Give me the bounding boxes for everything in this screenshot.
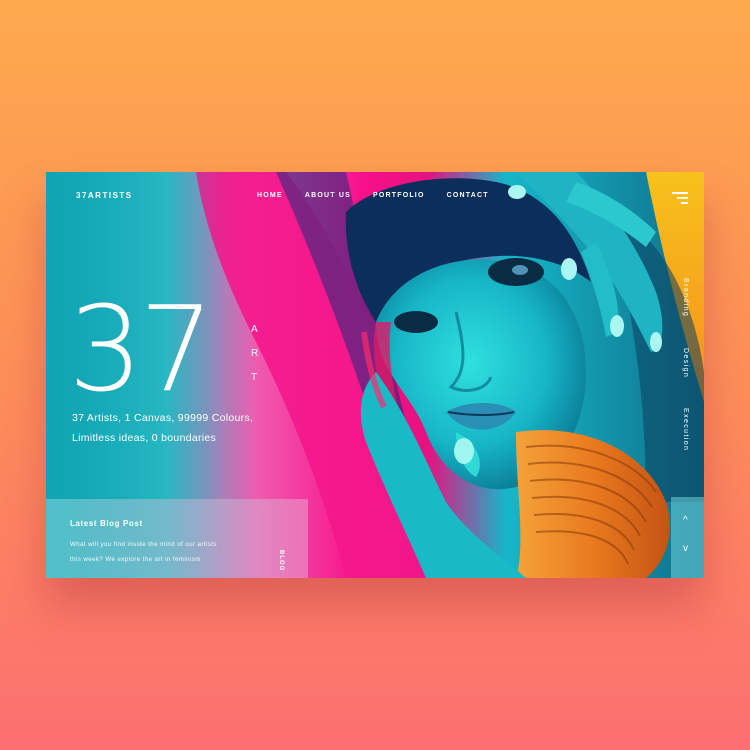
tagline-line: 37 Artists, 1 Canvas, 99999 Colours, — [72, 412, 254, 424]
art-letter: R — [251, 348, 260, 359]
scroll-down-icon[interactable]: v — [683, 543, 688, 554]
landing-page-card: 37ARTISTS HOME ABOUT US PORTFOLIO CONTAC… — [46, 172, 704, 578]
nav-about-us[interactable]: ABOUT US — [305, 192, 351, 199]
side-link-design[interactable]: Design — [682, 348, 689, 378]
side-link-execution[interactable]: Execution — [682, 408, 689, 451]
hero-number: 37 — [68, 280, 214, 418]
main-nav: HOME ABOUT US PORTFOLIO CONTACT — [257, 192, 489, 199]
nav-home[interactable]: HOME — [257, 192, 283, 199]
tagline-line: Limitless ideas, 0 boundaries — [72, 432, 217, 444]
scroll-controls: ^ v — [671, 497, 704, 578]
art-letter: T — [251, 372, 259, 383]
blog-excerpt-line: What will you find inside the mind of ou… — [70, 541, 217, 548]
hamburger-menu-icon[interactable] — [672, 190, 688, 204]
side-link-branding[interactable]: Branding — [682, 278, 689, 317]
art-letter: A — [251, 324, 259, 335]
blog-title: Latest Blog Post — [70, 519, 143, 528]
nav-portfolio[interactable]: PORTFOLIO — [373, 192, 425, 199]
brand-logo[interactable]: 37ARTISTS — [76, 191, 133, 200]
blog-excerpt-line: this week? We explore the art in feminis… — [70, 556, 201, 563]
scroll-up-icon[interactable]: ^ — [683, 515, 688, 526]
latest-blog-panel[interactable]: Latest Blog Post What will you find insi… — [46, 499, 308, 578]
hero-tagline: 37 Artists, 1 Canvas, 99999 Colours, Lim… — [72, 408, 253, 448]
nav-contact[interactable]: CONTACT — [447, 192, 489, 199]
blog-vertical-link[interactable]: BLOG — [278, 550, 284, 571]
art-vertical-label: A R T — [251, 324, 259, 383]
